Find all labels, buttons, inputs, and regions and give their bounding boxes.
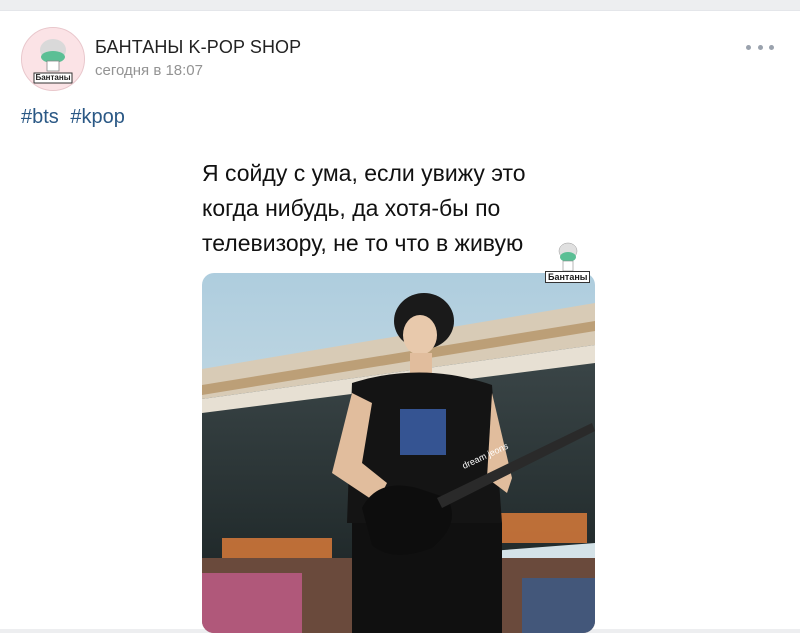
group-avatar[interactable]: Бантаны: [21, 27, 85, 91]
photo-image: dream jeons: [202, 273, 595, 633]
watermark-label: Бантаны: [545, 271, 591, 283]
post-time[interactable]: сегодня в 18:07: [95, 62, 203, 79]
hashtag-kpop[interactable]: #kpop: [70, 106, 125, 128]
hashtags: #bts #kpop: [21, 106, 131, 129]
watermark: Бантаны: [545, 241, 591, 283]
post-card: Бантаны БАНТАНЫ K-POP SHOP сегодня в 18:…: [0, 10, 800, 633]
avatar-label: Бантаны: [35, 73, 71, 82]
post-photo[interactable]: dream jeons: [202, 273, 595, 633]
group-name[interactable]: БАНТАНЫ K-POP SHOP: [95, 37, 301, 58]
more-options-icon[interactable]: [744, 37, 776, 57]
hashtag-bts[interactable]: #bts: [21, 106, 59, 128]
watermark-logo-icon: [558, 242, 577, 272]
